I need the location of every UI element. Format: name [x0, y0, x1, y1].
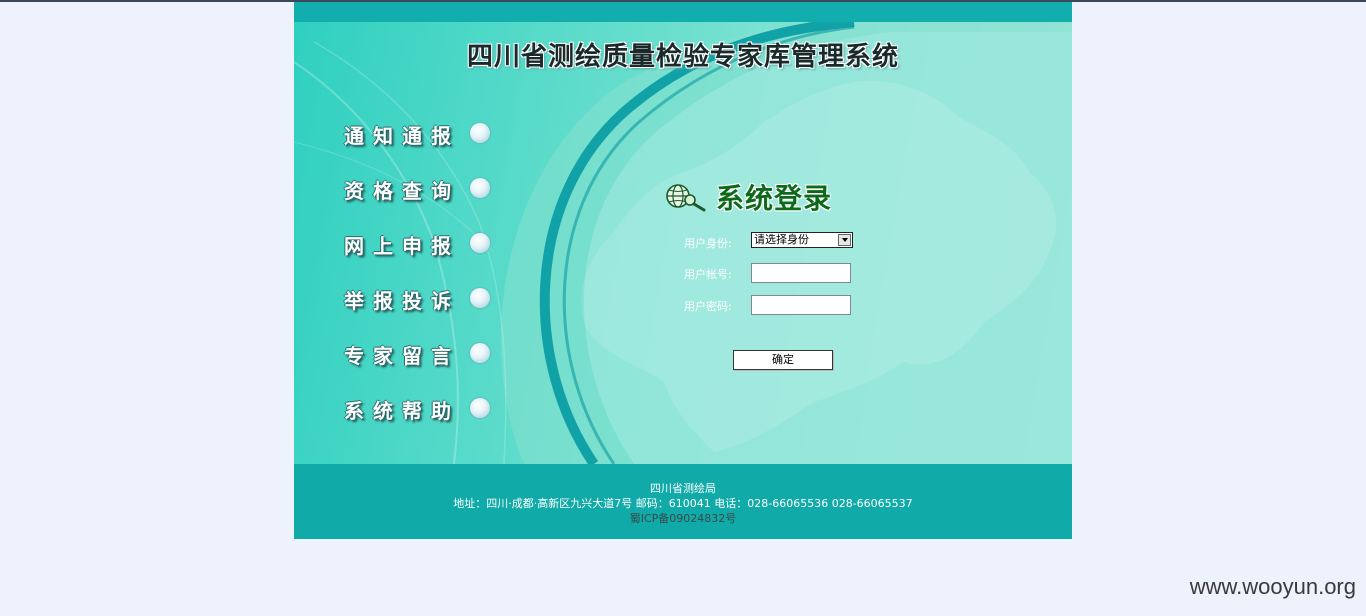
globe-search-icon [666, 184, 706, 212]
role-select[interactable]: 请选择身份 [751, 232, 853, 248]
top-bar [294, 2, 1072, 22]
role-select-value: 请选择身份 [754, 233, 809, 246]
nav-item-expert-messages[interactable]: 专家留言 [344, 340, 504, 395]
nav-item-online-application[interactable]: 网上申报 [344, 230, 504, 285]
dropdown-arrow-icon[interactable] [838, 234, 851, 246]
nav-bullet-icon [470, 398, 490, 418]
banner: 四川省测绘质量检验专家库管理系统 通知通报 资格查询 网上申报 举报投诉 专家留… [294, 22, 1072, 464]
nav-item-label: 网上申报 [344, 234, 460, 258]
account-label: 用户帐号: [684, 268, 732, 281]
footer-icp-link[interactable]: 蜀ICP备09024832号 [294, 510, 1072, 526]
nav-bullet-icon [470, 288, 490, 308]
account-row: 用户帐号: [674, 263, 874, 285]
watermark-text: www.wooyun.org [1189, 574, 1356, 599]
nav-item-label: 资格查询 [344, 179, 460, 203]
nav-item-label: 通知通报 [344, 124, 460, 148]
system-title: 四川省测绘质量检验专家库管理系统 [466, 42, 899, 72]
footer-org: 四川省测绘局 [650, 482, 716, 495]
nav-item-qualification-query[interactable]: 资格查询 [344, 175, 504, 230]
role-row: 用户身份: 请选择身份 [674, 232, 874, 254]
nav-item-label: 系统帮助 [344, 399, 460, 423]
footer-address: 地址：四川·成都·高新区九兴大道7号 邮码：610041 电话：028-6606… [453, 497, 913, 510]
nav-item-complaints[interactable]: 举报投诉 [344, 285, 504, 340]
account-input[interactable] [751, 263, 851, 283]
login-title: 系统登录 [716, 182, 833, 215]
nav-bullet-icon [470, 123, 490, 143]
nav-item-system-help[interactable]: 系统帮助 [344, 395, 504, 450]
password-label: 用户密码: [684, 300, 732, 313]
login-page-frame: 四川省测绘质量检验专家库管理系统 通知通报 资格查询 网上申报 举报投诉 专家留… [294, 2, 1072, 539]
side-nav: 通知通报 资格查询 网上申报 举报投诉 专家留言 系统帮助 [344, 120, 504, 450]
nav-item-notices[interactable]: 通知通报 [344, 120, 504, 175]
nav-item-label: 专家留言 [344, 344, 460, 368]
footer: 四川省测绘局 地址：四川·成都·高新区九兴大道7号 邮码：610041 电话：0… [294, 464, 1072, 539]
password-input[interactable] [751, 295, 851, 315]
submit-button[interactable]: 确定 [733, 350, 833, 370]
nav-bullet-icon [470, 178, 490, 198]
nav-item-label: 举报投诉 [344, 289, 460, 313]
password-row: 用户密码: [674, 295, 874, 317]
nav-bullet-icon [470, 343, 490, 363]
nav-bullet-icon [470, 233, 490, 253]
role-label: 用户身份: [684, 237, 732, 250]
